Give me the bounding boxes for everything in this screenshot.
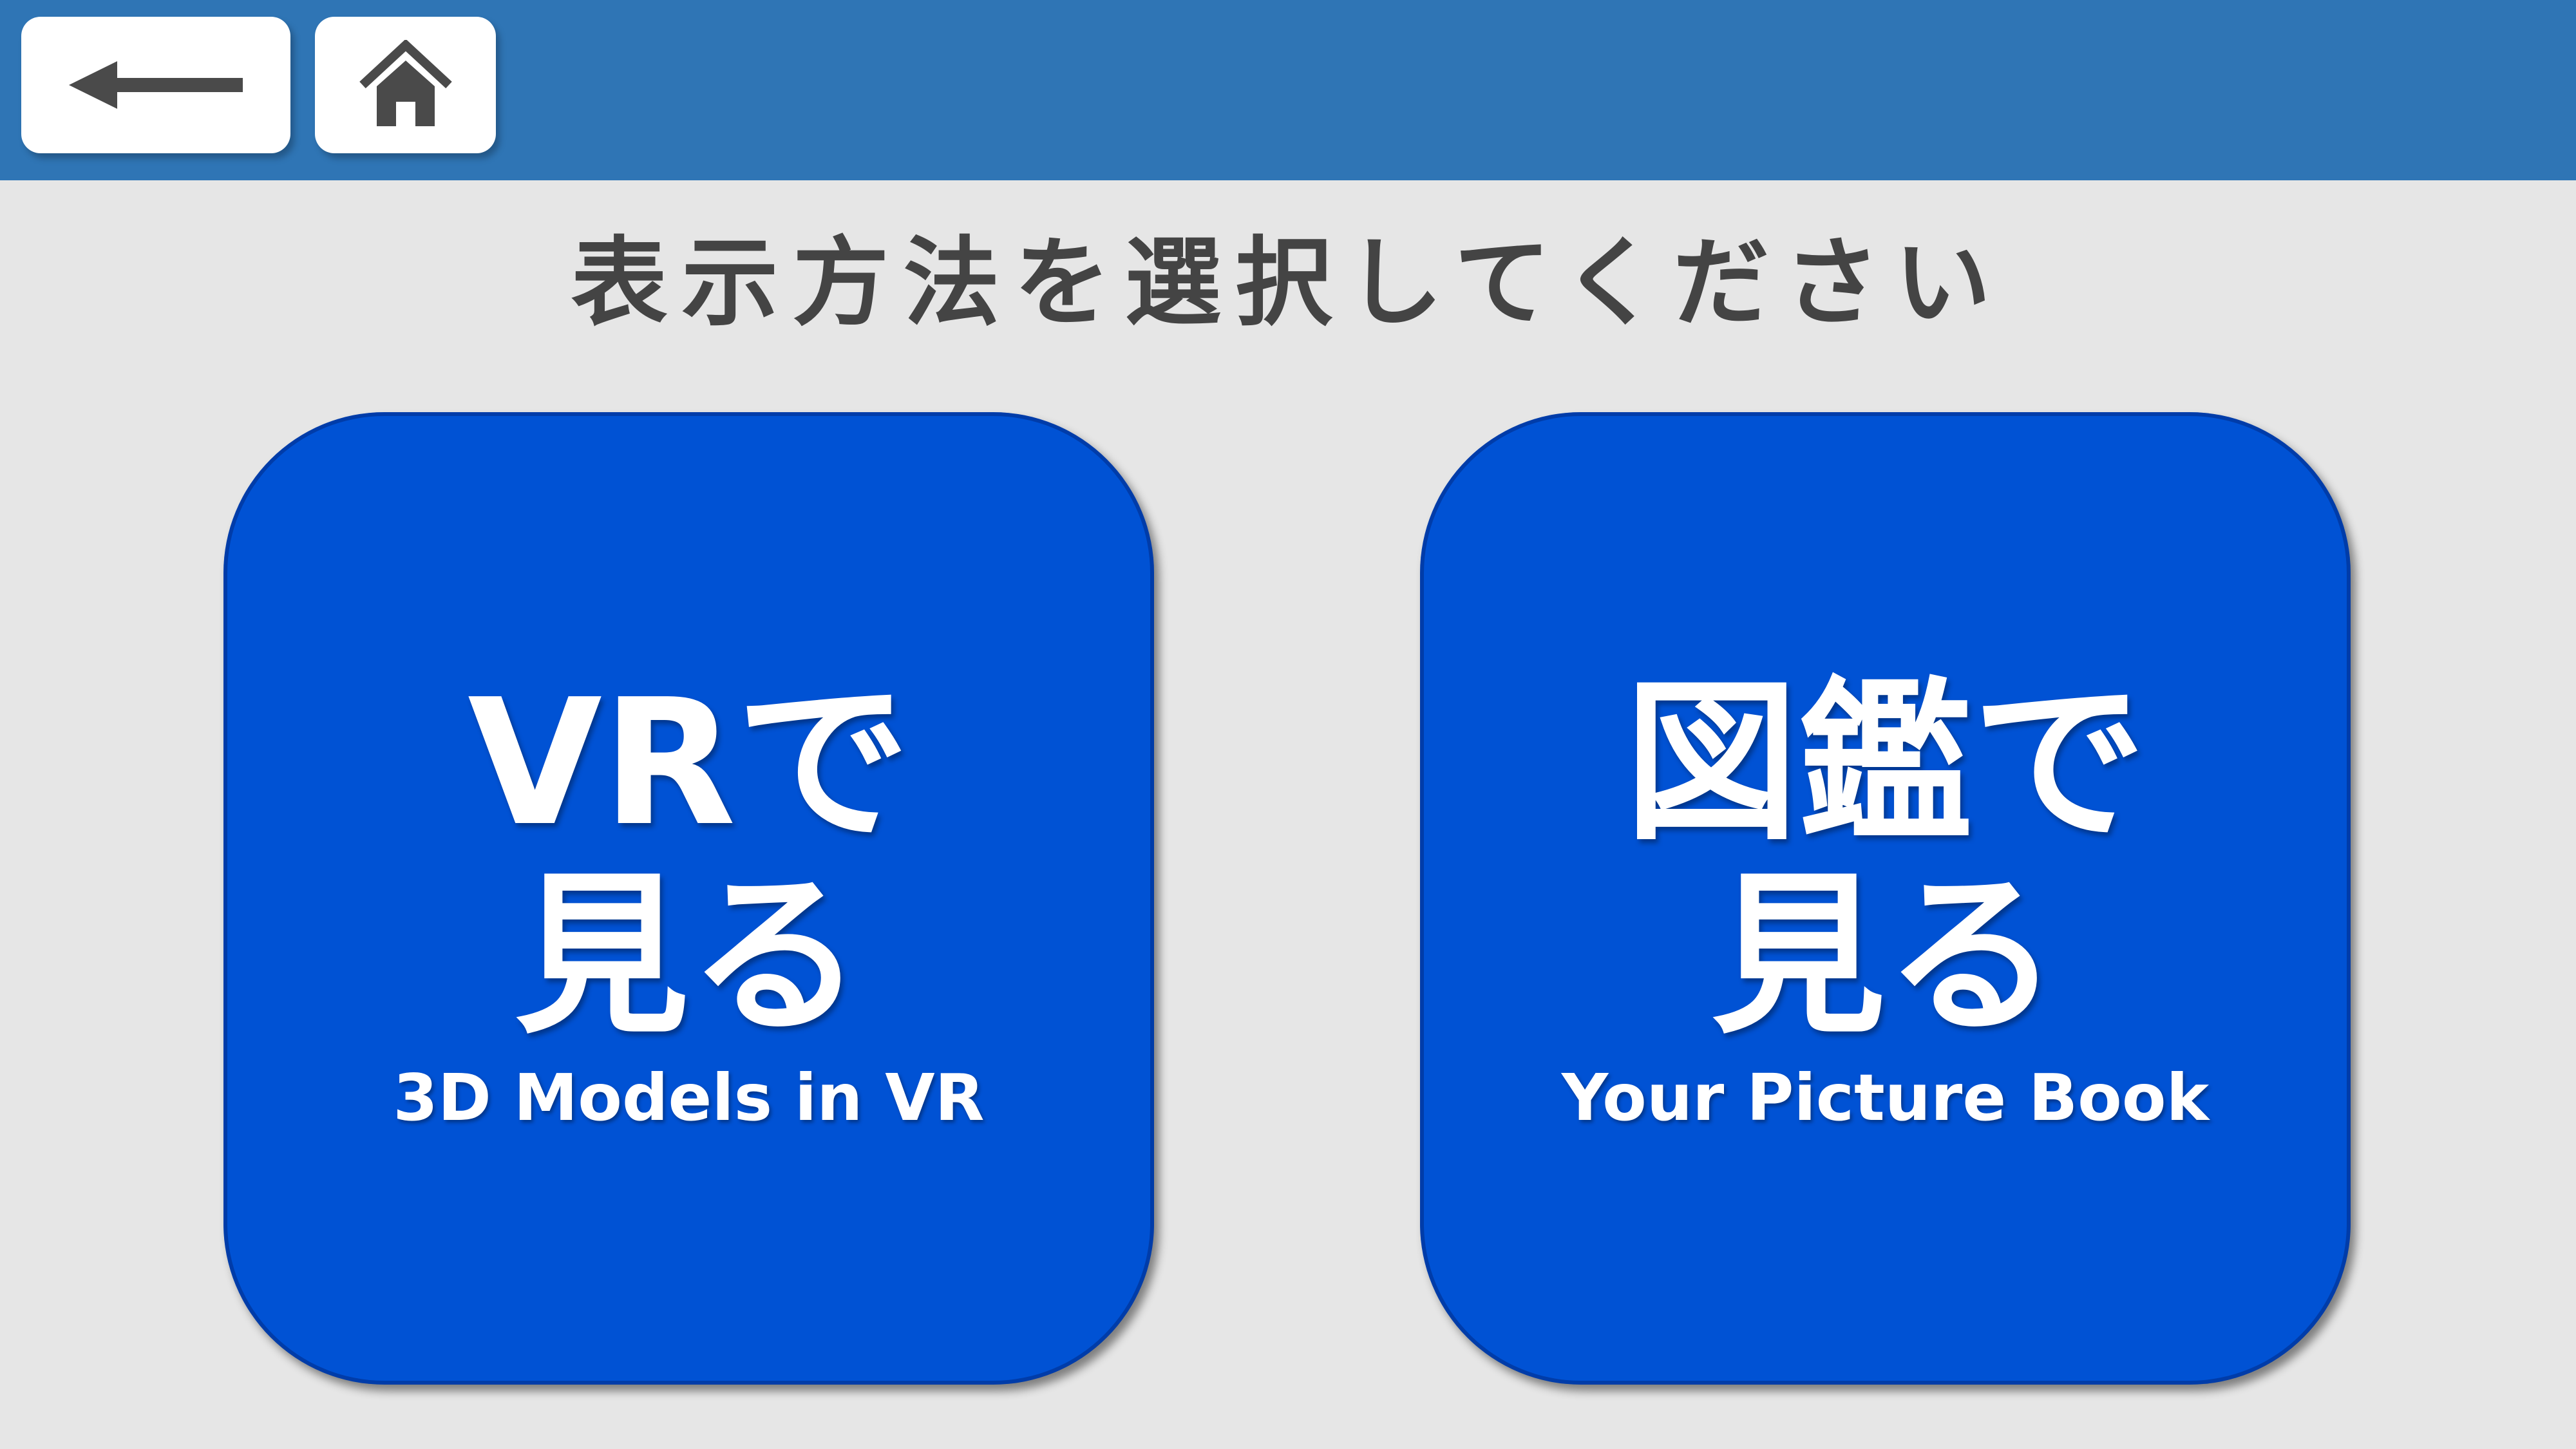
book-title-line1: 図鑑で <box>1624 661 2146 864</box>
page-title: 表示方法を選択してください <box>571 227 2005 339</box>
top-bar <box>0 0 2576 180</box>
vr-title-line2: 見る <box>515 855 863 1057</box>
home-button[interactable] <box>315 17 496 153</box>
book-title: 図鑑で 見る <box>1420 667 2351 1053</box>
vr-title-line1: VRで <box>468 661 910 864</box>
left-arrow-icon <box>69 61 243 109</box>
book-title-line2: 見る <box>1711 855 2060 1057</box>
back-button[interactable] <box>21 17 290 153</box>
vr-subtitle: 3D Models in VR <box>393 1060 985 1135</box>
view-picture-book-button[interactable]: 図鑑で 見る Your Picture Book <box>1420 412 2351 1385</box>
view-in-vr-button[interactable]: VRで 見る 3D Models in VR <box>223 412 1154 1385</box>
book-subtitle: Your Picture Book <box>1561 1060 2210 1135</box>
vr-title: VRで 見る <box>223 667 1154 1053</box>
home-icon <box>359 40 452 126</box>
